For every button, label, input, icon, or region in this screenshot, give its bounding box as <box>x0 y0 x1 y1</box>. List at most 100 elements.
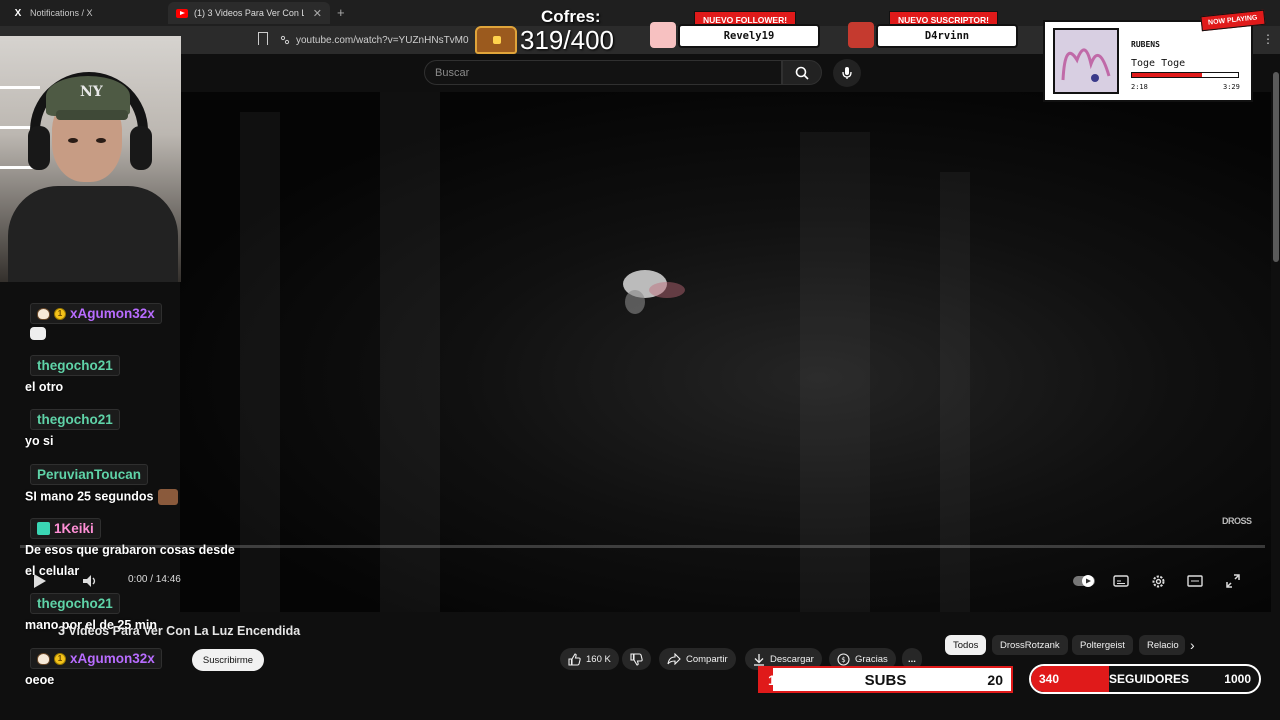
subs-goal-value: 20 <box>987 672 1003 688</box>
chat-username-text: thegocho21 <box>37 358 113 373</box>
chip-related[interactable]: Relacio <box>1139 635 1185 655</box>
close-tab-icon[interactable]: ✕ <box>313 7 322 20</box>
thumbs-down-icon <box>630 652 643 666</box>
treasure-chest-icon <box>475 26 517 54</box>
chat-username-text: PeruvianToucan <box>37 467 142 482</box>
chat-username: 1 xAgumon32x <box>30 303 162 324</box>
coin-badge-icon: 1 <box>54 652 66 665</box>
theater-mode-button[interactable] <box>1185 571 1205 591</box>
video-frame-texture <box>800 132 870 612</box>
now-playing-progress-fill <box>1132 73 1202 77</box>
search-input[interactable]: Buscar <box>424 60 782 85</box>
chat-username: thegocho21 <box>30 593 120 614</box>
video-figure-shape <box>623 270 685 314</box>
chat-username-text: xAgumon32x <box>70 306 155 321</box>
subs-label: SUBS <box>864 672 907 689</box>
share-label: Compartir <box>686 653 728 665</box>
chat-username-text: thegocho21 <box>37 596 113 611</box>
search-button[interactable] <box>782 60 822 85</box>
headphone-earcup <box>28 126 50 170</box>
video-player[interactable] <box>180 92 1280 612</box>
like-button[interactable]: 160 K <box>560 648 619 670</box>
captions-button[interactable] <box>1111 571 1131 591</box>
headphone-earcup <box>130 126 152 170</box>
gem-badge-icon <box>37 522 50 535</box>
svg-text:$: $ <box>841 656 845 664</box>
subscriber-name: D4rvinn <box>924 30 970 42</box>
chat-username: 1Keiki <box>30 518 101 539</box>
tab-youtube-video[interactable]: (1) 3 Videos Para Ver Con La Luz ✕ <box>168 2 330 24</box>
cofres-label: Cofres: <box>541 7 601 26</box>
now-playing-total: 3:29 <box>1223 83 1240 91</box>
fullscreen-icon <box>1226 574 1240 588</box>
now-playing-progress <box>1131 72 1239 78</box>
subscribe-button[interactable]: Suscribirme <box>192 649 264 671</box>
mute-button[interactable] <box>80 571 100 591</box>
new-subscriber-card: D4rvinn <box>876 24 1018 48</box>
chat-message: oeoe <box>25 673 55 687</box>
gift-box-icon <box>848 22 874 48</box>
search-icon <box>795 66 809 80</box>
scrollbar-thumb[interactable] <box>1273 72 1279 262</box>
share-icon <box>667 653 681 665</box>
chat-emote-icon <box>157 489 178 505</box>
youtube-logo-icon <box>176 8 188 18</box>
tab-notifications-x[interactable]: X Notifications / X <box>4 2 164 24</box>
x-logo-icon: X <box>14 7 22 19</box>
followers-label: SEGUIDORES <box>1109 672 1190 686</box>
gear-icon <box>1152 575 1164 587</box>
now-playing-widget: RUBENS Toge Toge 2:18 3:29 <box>1043 20 1253 102</box>
fullscreen-button[interactable] <box>1223 571 1243 591</box>
chat-username: 1 xAgumon32x <box>30 648 162 669</box>
now-playing-track: Toge Toge <box>1131 58 1186 69</box>
chat-message: SI mano 25 segundos <box>25 489 178 505</box>
bookmark-icon[interactable] <box>258 32 268 45</box>
thanks-label: Gracias <box>855 653 888 665</box>
cap-brim <box>56 110 128 120</box>
chat-emote-icon <box>30 327 46 340</box>
follower-avatar-icon <box>650 22 676 48</box>
tab-label: Notifications / X <box>30 8 93 18</box>
download-icon <box>754 653 764 666</box>
settings-button[interactable] <box>1148 571 1168 591</box>
dislike-button[interactable] <box>622 648 651 670</box>
chip-poltergeist[interactable]: Poltergeist <box>1072 635 1133 655</box>
cap-logo: NY <box>80 84 103 100</box>
channel-watermark[interactable]: DROSS <box>1222 516 1252 526</box>
more-actions-label: ... <box>908 653 916 665</box>
chat-username: thegocho21 <box>30 409 120 430</box>
autoplay-toggle[interactable] <box>1073 571 1095 591</box>
site-settings-icon[interactable] <box>280 35 290 45</box>
chat-username: thegocho21 <box>30 355 120 376</box>
followers-goal-bar: 340 SEGUIDORES 1000 <box>1029 664 1261 694</box>
chips-next-icon[interactable]: › <box>1190 637 1195 653</box>
chat-message: De esos que grabaron cosas desde <box>25 543 235 557</box>
now-playing-elapsed: 2:18 <box>1131 83 1148 91</box>
followers-goal-value: 1000 <box>1224 672 1251 686</box>
video-frame-texture <box>380 92 440 612</box>
chat-username-text: xAgumon32x <box>70 651 155 666</box>
like-count: 160 K <box>586 653 611 665</box>
follower-name: Revely19 <box>723 30 775 42</box>
new-tab-button[interactable]: + <box>337 5 345 20</box>
theater-icon <box>1187 575 1203 587</box>
browser-menu-icon[interactable]: ⋮ <box>1262 32 1274 46</box>
album-art-icon <box>1061 48 1111 82</box>
chat-message: el celular <box>25 564 80 578</box>
captions-icon <box>1113 575 1129 587</box>
background-shelf <box>0 86 40 89</box>
thumbs-up-icon <box>568 652 581 666</box>
streamer-torso <box>8 186 178 282</box>
url-field[interactable]: youtube.com/watch?v=YUZnHNsTvM0 <box>280 30 475 50</box>
chip-all[interactable]: Todos <box>945 635 987 655</box>
cat-badge-icon <box>37 307 50 320</box>
chat-message-text: SI mano 25 segundos <box>25 489 154 504</box>
voice-search-button[interactable] <box>833 59 861 87</box>
search-placeholder: Buscar <box>435 66 470 79</box>
streamer-webcam: NY <box>0 36 181 282</box>
chat-username: PeruvianToucan <box>30 464 149 485</box>
chip-dross[interactable]: DrossRotzank <box>992 635 1068 655</box>
tab-label: (1) 3 Videos Para Ver Con La Luz <box>194 8 304 18</box>
autoplay-toggle-icon <box>1073 575 1095 587</box>
share-button[interactable]: Compartir <box>659 648 736 670</box>
